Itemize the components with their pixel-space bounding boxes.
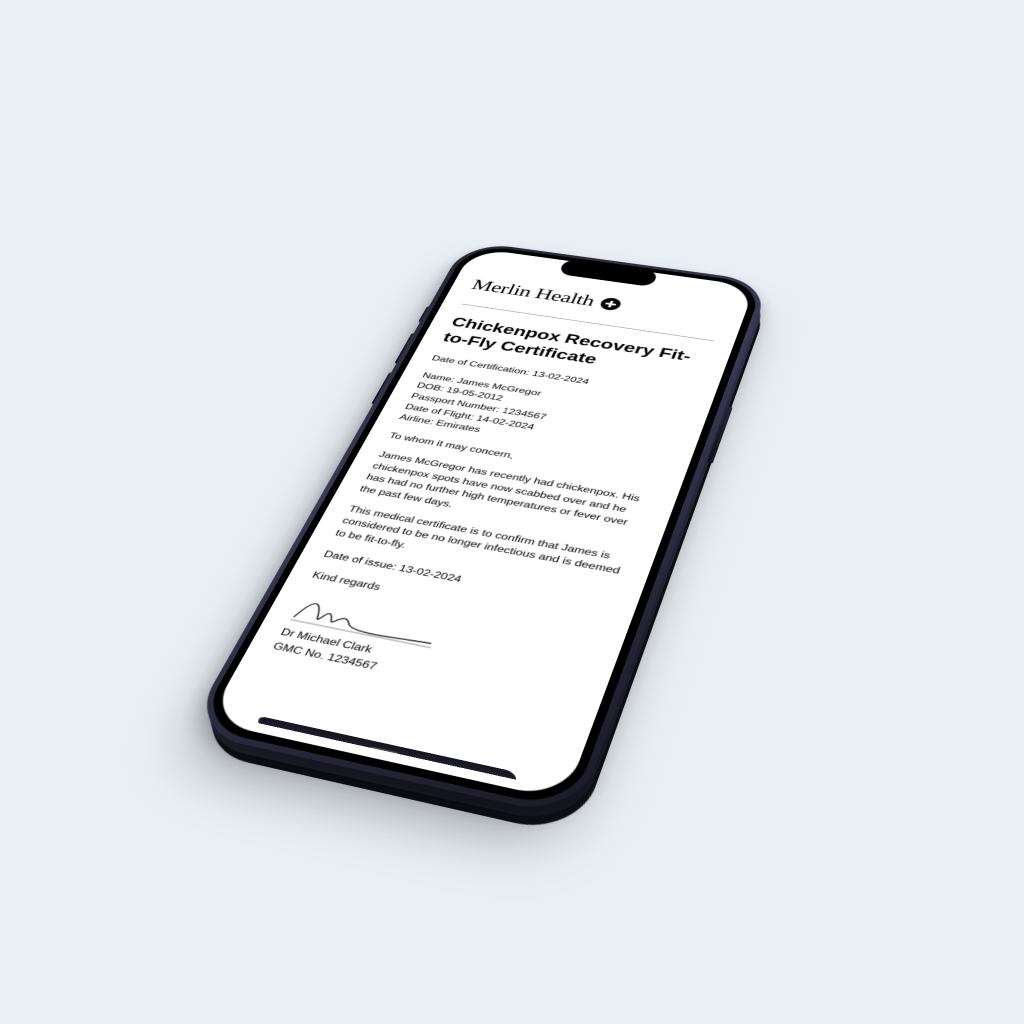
stage: Merlin Health Chickenpox Recovery Fit-to…: [0, 0, 1024, 1024]
phone-mockup: Merlin Health Chickenpox Recovery Fit-to…: [186, 241, 770, 819]
brand-name: Merlin Health: [469, 277, 598, 310]
plus-circle-icon: [598, 297, 623, 312]
